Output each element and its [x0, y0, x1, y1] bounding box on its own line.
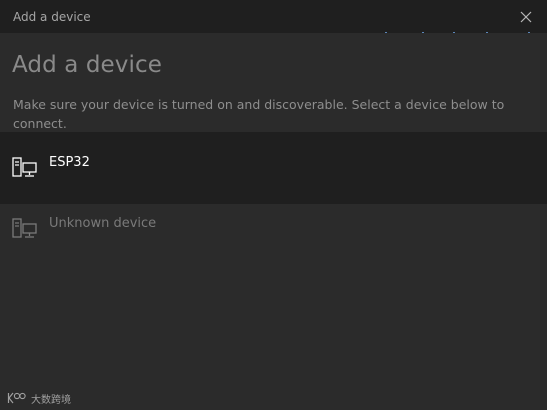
- watermark-text: 大数跨境: [31, 394, 71, 406]
- watermark: 大数跨境: [7, 391, 71, 406]
- device-name: ESP32: [49, 155, 90, 170]
- device-item-esp32[interactable]: ESP32: [0, 132, 547, 204]
- device-item-unknown[interactable]: Unknown device: [0, 204, 547, 276]
- close-icon: [520, 11, 532, 23]
- computer-icon: [12, 157, 37, 177]
- close-button[interactable]: [513, 3, 539, 30]
- device-name: Unknown device: [49, 216, 157, 231]
- window-title: Add a device: [13, 10, 91, 24]
- dialog-content: Add a device Make sure your device is tu…: [0, 33, 547, 410]
- dialog-heading: Add a device: [12, 52, 162, 78]
- computer-icon: [12, 218, 37, 238]
- kdc-logo: [7, 392, 26, 404]
- title-bar: Add a device: [0, 0, 547, 33]
- dialog-description: Make sure your device is turned on and d…: [13, 97, 505, 131]
